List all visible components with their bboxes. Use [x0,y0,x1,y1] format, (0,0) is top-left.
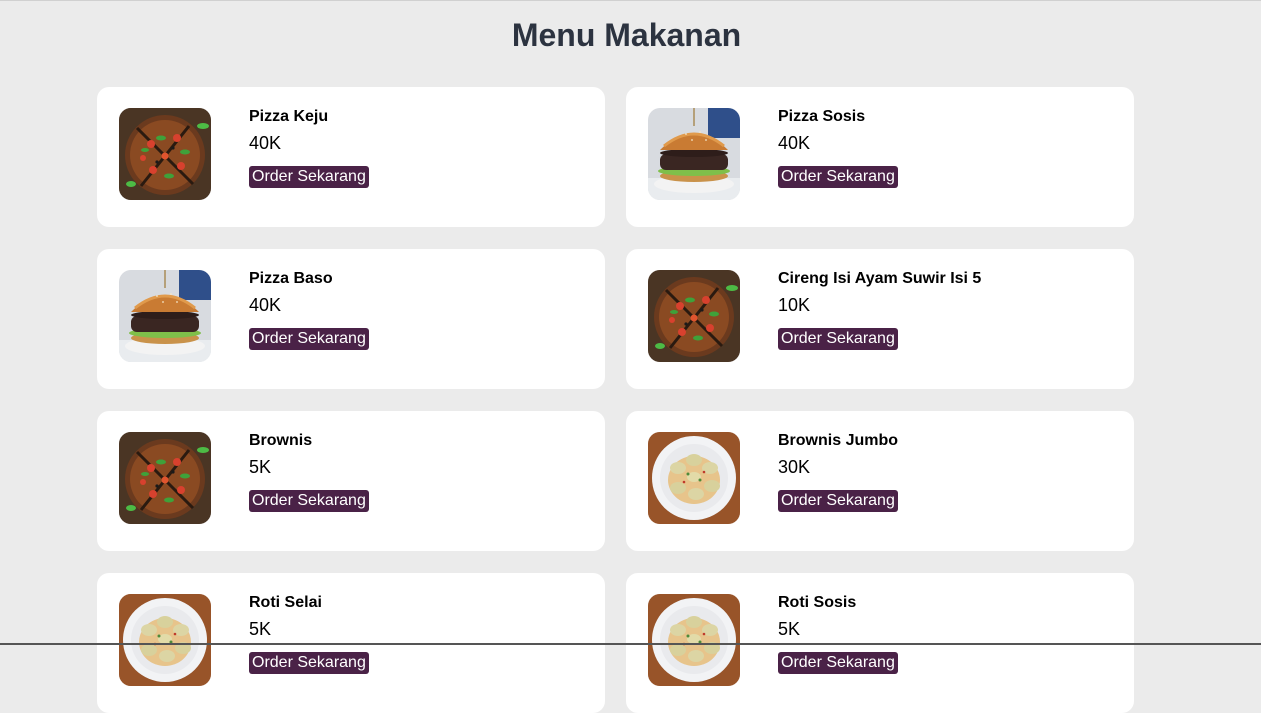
order-button[interactable]: Order Sekarang [249,328,369,350]
menu-card: Brownis Jumbo 30K Order Sekarang [626,411,1134,551]
order-button[interactable]: Order Sekarang [249,652,369,674]
item-price: 40K [778,133,811,153]
item-name: Pizza Baso [249,270,333,287]
menu-grid: Pizza Keju 40K Order Sekarang Pizza Sosi… [97,87,1134,713]
order-button[interactable]: Order Sekarang [249,166,369,188]
item-name: Pizza Sosis [778,108,866,125]
food-image [648,270,740,362]
page-title: Menu Makanan [511,17,742,53]
food-image [119,270,211,362]
food-image [119,108,211,200]
order-button[interactable]: Order Sekarang [778,166,898,188]
item-price: 40K [249,295,282,315]
menu-card: Brownis 5K Order Sekarang [97,411,605,551]
item-name: Brownis [249,432,313,449]
food-image [648,108,740,200]
order-button[interactable]: Order Sekarang [778,328,898,350]
food-image [648,432,740,524]
item-name: Roti Selai [249,594,322,611]
item-name: Roti Sosis [778,594,857,611]
item-name: Pizza Keju [249,108,329,125]
menu-card: Pizza Baso 40K Order Sekarang [97,249,605,389]
item-price: 30K [778,457,811,477]
order-button[interactable]: Order Sekarang [249,490,369,512]
item-price: 10K [778,295,811,315]
item-price: 5K [778,619,801,639]
food-image [119,432,211,524]
order-button[interactable]: Order Sekarang [778,490,898,512]
food-image [648,594,740,686]
item-name: Brownis Jumbo [778,432,899,449]
food-image [119,594,211,686]
item-name: Cireng Isi Ayam Suwir Isi 5 [778,270,982,287]
item-price: 5K [249,457,272,477]
menu-card: Cireng Isi Ayam Suwir Isi 5 10K Order Se… [626,249,1134,389]
menu-card: Pizza Keju 40K Order Sekarang [97,87,605,227]
item-price: 5K [249,619,272,639]
menu-card: Pizza Sosis 40K Order Sekarang [626,87,1134,227]
item-price: 40K [249,133,282,153]
order-button[interactable]: Order Sekarang [778,652,898,674]
